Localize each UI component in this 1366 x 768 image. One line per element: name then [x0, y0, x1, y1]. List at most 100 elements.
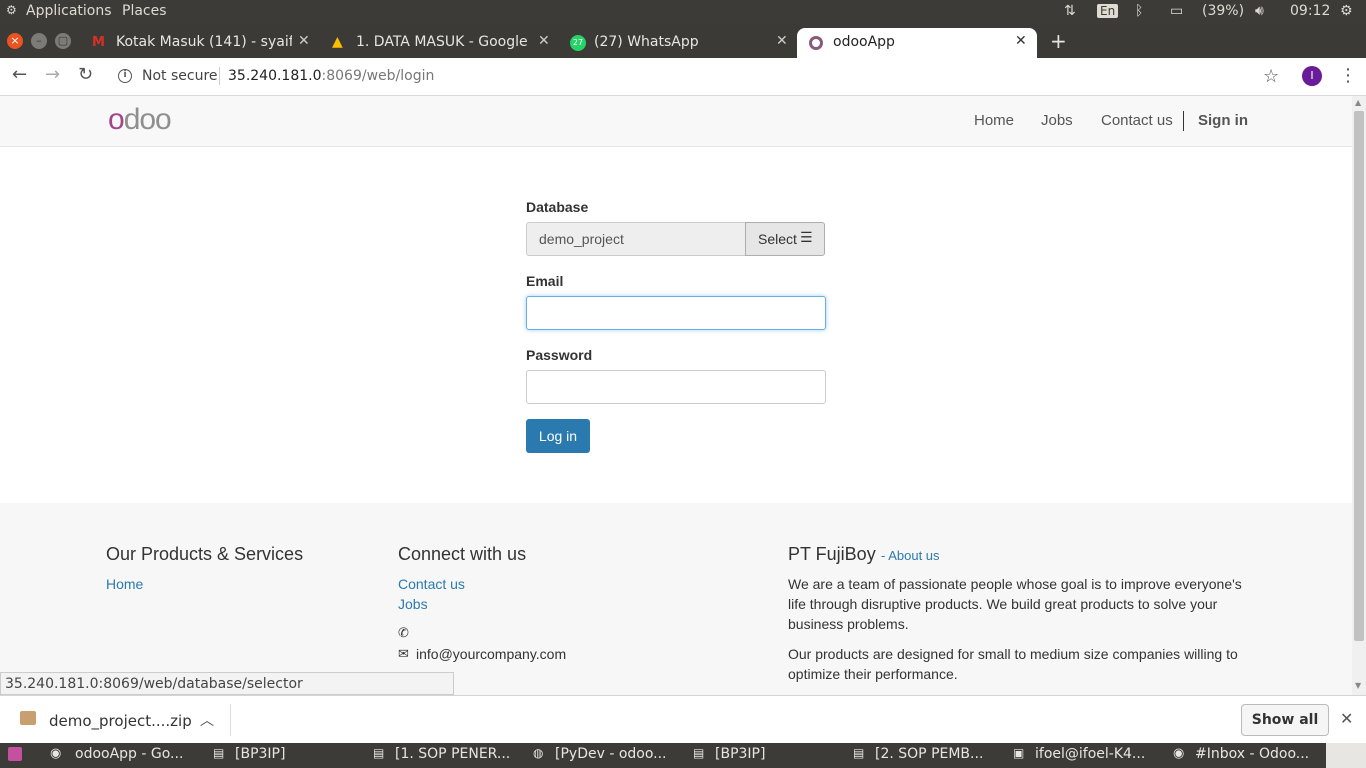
taskbar: ◉ odooApp - Go... ▤ [BP3IP] ▤ [1. SOP PE… — [0, 743, 1366, 768]
taskbar-item[interactable]: ifoel@ifoel-K4... — [1035, 746, 1145, 762]
database-value: demo_project — [539, 231, 624, 247]
browser-menu-icon[interactable]: ⋮ — [1339, 65, 1357, 86]
close-tab-icon[interactable]: ✕ — [538, 33, 550, 49]
nav-contact-us[interactable]: Contact us — [1101, 112, 1173, 129]
network-icon[interactable]: ⇅ — [1064, 3, 1076, 19]
archive-file-icon — [20, 711, 36, 725]
page-scrollbar[interactable]: ▲ ▼ — [1352, 96, 1366, 695]
envelope-icon: ✉ — [398, 646, 409, 661]
divider — [230, 704, 231, 736]
bookmark-star-icon[interactable]: ☆ — [1263, 66, 1279, 87]
taskbar-item[interactable]: [BP3IP] — [235, 746, 285, 762]
close-tab-icon[interactable]: ✕ — [1015, 33, 1027, 49]
applications-menu[interactable]: Applications — [26, 3, 112, 19]
close-download-bar-icon[interactable]: ✕ — [1340, 709, 1353, 728]
nav-sign-in[interactable]: Sign in — [1198, 112, 1248, 129]
new-tab-icon[interactable]: + — [1050, 29, 1067, 53]
divider — [219, 67, 220, 85]
site-footer: Our Products & Services Home Connect wit… — [0, 503, 1352, 695]
bluetooth-icon[interactable]: ᛒ — [1135, 3, 1143, 19]
chrome-icon: ◉ — [50, 746, 62, 761]
back-icon[interactable]: ← — [12, 64, 27, 85]
keyboard-layout-indicator[interactable]: En — [1097, 4, 1119, 18]
browser-tab-strip: × – ▢ M Kotak Masuk (141) - syaifu ✕ ▲ 1… — [0, 24, 1366, 58]
system-top-bar: ⚙ Applications Places ⇅ En ᛒ ▭ (39%) 🔊︎ … — [0, 0, 1366, 24]
gmail-icon: M — [92, 35, 105, 50]
chrome-icon: ◉ — [1173, 746, 1185, 761]
google-drive-icon: ▲ — [332, 34, 343, 50]
terminal-icon: ▣ — [1013, 746, 1025, 760]
download-bar: demo_project....zip ︿ Show all ✕ — [0, 695, 1366, 743]
tab-odooapp[interactable]: odooApp ✕ — [797, 28, 1037, 58]
url-host: 35.240.181.0 — [228, 68, 322, 84]
scroll-up-icon[interactable]: ▲ — [1355, 98, 1361, 107]
database-label: Database — [526, 199, 589, 215]
forward-icon[interactable]: → — [45, 64, 60, 85]
select-database-button[interactable]: Select ☰ — [745, 222, 825, 256]
company-title: PT FujiBoy — [788, 544, 876, 564]
address-toolbar: ← → ↻ i Not secure 35.240.181.0:8069/web… — [0, 58, 1366, 96]
show-all-button[interactable]: Show all — [1241, 704, 1329, 736]
places-menu[interactable]: Places — [122, 3, 167, 19]
window-icon: ▤ — [213, 746, 225, 760]
scroll-down-icon[interactable]: ▼ — [1355, 681, 1361, 690]
password-field[interactable] — [526, 370, 826, 404]
nav-divider — [1183, 111, 1184, 131]
taskbar-item[interactable]: [PyDev - odoo... — [555, 746, 667, 762]
info-icon[interactable]: i — [118, 69, 132, 83]
close-tab-icon[interactable]: ✕ — [298, 33, 310, 49]
products-title: Our Products & Services — [106, 544, 304, 564]
close-window-icon[interactable]: × — [7, 33, 23, 49]
ubuntu-logo-icon[interactable]: ⚙ — [6, 3, 17, 17]
tab-title: 1. DATA MASUK - Google D — [356, 34, 532, 50]
company-description-2: Our products are designed for small to m… — [788, 646, 1238, 682]
reload-icon[interactable]: ↻ — [78, 64, 93, 85]
whatsapp-icon: 27 — [570, 35, 586, 51]
clock[interactable]: 09:12 — [1290, 3, 1330, 19]
tab-whatsapp[interactable]: 27 (27) WhatsApp ✕ — [564, 28, 796, 58]
company-description: We are a team of passionate people whose… — [788, 576, 1242, 632]
footer-email[interactable]: info@yourcompany.com — [416, 644, 566, 664]
tab-title: odooApp — [833, 34, 895, 50]
footer-link-contact-us[interactable]: Contact us — [398, 576, 465, 592]
download-filename[interactable]: demo_project....zip — [49, 712, 192, 730]
chevron-up-icon[interactable]: ︿ — [200, 710, 214, 730]
scrollbar-thumb[interactable] — [1354, 111, 1364, 641]
footer-link-jobs[interactable]: Jobs — [398, 596, 428, 612]
odoo-logo[interactable]: odoo — [108, 103, 172, 137]
select-label: Select — [758, 231, 797, 247]
taskbar-item[interactable]: [1. SOP PENER... — [395, 746, 510, 762]
eclipse-icon: ◍ — [533, 746, 544, 760]
footer-link-home[interactable]: Home — [106, 576, 143, 592]
about-us-link[interactable]: - About us — [881, 548, 940, 563]
taskbar-item[interactable]: odooApp - Go... — [75, 746, 183, 762]
database-field: demo_project — [526, 222, 746, 256]
security-label[interactable]: Not secure — [142, 68, 218, 84]
tab-gmail[interactable]: M Kotak Masuk (141) - syaifu ✕ — [84, 28, 320, 58]
nav-home[interactable]: Home — [974, 112, 1014, 129]
tab-title: (27) WhatsApp — [594, 34, 699, 50]
log-in-button[interactable]: Log in — [526, 419, 590, 453]
email-field[interactable] — [526, 296, 826, 330]
nav-jobs[interactable]: Jobs — [1041, 112, 1073, 129]
minimize-window-icon[interactable]: – — [31, 33, 47, 49]
taskbar-item[interactable]: [BP3IP] — [715, 746, 765, 762]
taskbar-item[interactable]: #Inbox - Odoo... — [1195, 746, 1309, 762]
show-desktop-icon[interactable] — [8, 747, 22, 761]
url-field[interactable]: 35.240.181.0:8069/web/login — [228, 68, 434, 84]
settings-gear-icon[interactable]: ⚙ — [1340, 3, 1353, 19]
web-page: odoo Home Jobs Contact us Sign in Databa… — [0, 96, 1352, 695]
tab-google-drive[interactable]: ▲ 1. DATA MASUK - Google D ✕ — [324, 28, 560, 58]
phone-icon: ✆ — [398, 625, 409, 640]
battery-icon[interactable]: ▭ — [1170, 3, 1183, 19]
tab-title: Kotak Masuk (141) - syaifu — [116, 34, 292, 50]
maximize-window-icon[interactable]: ▢ — [55, 33, 71, 49]
link-status-bubble: 35.240.181.0:8069/web/database/selector — [0, 672, 454, 695]
connect-title: Connect with us — [398, 544, 527, 564]
trash-icon[interactable] — [1326, 743, 1366, 768]
close-tab-icon[interactable]: ✕ — [776, 33, 788, 49]
document-icon: ▤ — [853, 746, 865, 760]
volume-icon[interactable]: 🔊︎ — [1255, 3, 1264, 19]
taskbar-item[interactable]: [2. SOP PEMB... — [875, 746, 983, 762]
profile-avatar[interactable]: I — [1302, 66, 1322, 86]
